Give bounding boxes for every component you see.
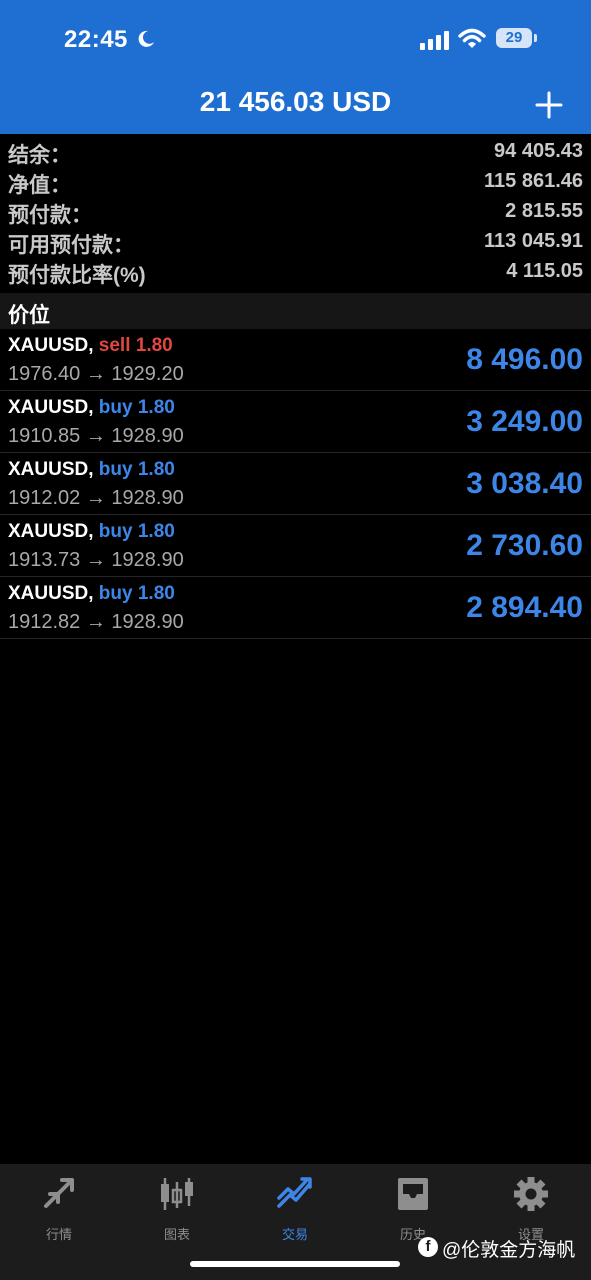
position-row[interactable]: XAUUSD, buy 1.80 1912.82 → 1928.90 2 894… <box>0 577 591 639</box>
position-side: buy 1.80 <box>98 583 175 604</box>
balance-value: 94 405.43 <box>494 140 583 162</box>
add-order-button[interactable] <box>534 90 564 120</box>
tab-history[interactable]: 历史 <box>354 1174 472 1242</box>
position-profit: 3 249.00 <box>466 405 583 438</box>
position-prices: 1976.40 → 1929.20 <box>8 363 184 385</box>
section-title: 价位 <box>8 304 50 327</box>
margin-value: 2 815.55 <box>505 200 583 222</box>
cellular-signal-icon <box>420 31 449 50</box>
candlestick-chart-icon <box>161 1178 193 1210</box>
page-title: 21 456.03 USD <box>199 86 392 117</box>
tab-label: 行情 <box>45 1227 72 1242</box>
positions-section-header: 价位 <box>0 293 591 329</box>
symbol-text: XAUUSD, <box>8 459 94 480</box>
position-profit: 2 730.60 <box>466 529 583 562</box>
position-profit: 8 496.00 <box>466 343 583 376</box>
position-side: buy 1.80 <box>98 397 175 418</box>
home-indicator[interactable] <box>190 1261 400 1267</box>
top-bar: 22:45 29 21 456.03 USD <box>0 0 591 134</box>
watermark: f @伦敦金方海帆 <box>418 1234 588 1261</box>
tab-quotes[interactable]: 行情 <box>0 1174 118 1242</box>
margin-label: 预付款： <box>8 204 92 227</box>
position-side: sell 1.80 <box>98 335 173 356</box>
gear-icon <box>514 1177 548 1211</box>
watermark-text: @伦敦金方海帆 <box>442 1240 576 1261</box>
position-row[interactable]: XAUUSD, buy 1.80 1913.73 → 1928.90 2 730… <box>0 515 591 577</box>
position-prices: 1913.73 → 1928.90 <box>8 549 184 571</box>
trade-trend-icon <box>277 1177 312 1208</box>
position-symbol: XAUUSD, buy 1.80 <box>8 459 175 481</box>
position-profit: 3 038.40 <box>466 467 583 500</box>
quotes-arrows-icon <box>44 1178 74 1208</box>
account-summary: 结余： 94 405.43 净值： 115 861.46 预付款： 2 815.… <box>0 137 591 287</box>
equity-label: 净值： <box>8 174 71 197</box>
positions-list: XAUUSD, sell 1.80 1976.40 → 1929.20 8 49… <box>0 329 591 639</box>
battery-icon: 29 <box>496 28 538 50</box>
position-prices: 1912.02 → 1928.90 <box>8 487 184 509</box>
summary-row-balance: 结余： 94 405.43 <box>0 137 591 167</box>
position-row[interactable]: XAUUSD, buy 1.80 1910.85 → 1928.90 3 249… <box>0 391 591 453</box>
position-row[interactable]: XAUUSD, buy 1.80 1912.02 → 1928.90 3 038… <box>0 453 591 515</box>
position-symbol: XAUUSD, buy 1.80 <box>8 397 175 419</box>
summary-row-equity: 净值： 115 861.46 <box>0 167 591 197</box>
position-profit: 2 894.40 <box>466 591 583 624</box>
moon-icon <box>138 30 154 47</box>
position-prices: 1910.85 → 1928.90 <box>8 425 184 447</box>
free-margin-value: 113 045.91 <box>484 230 583 252</box>
margin-level-value: 4 115.05 <box>506 260 583 282</box>
free-margin-label: 可用预付款： <box>8 234 134 257</box>
symbol-text: XAUUSD, <box>8 397 94 418</box>
summary-row-free-margin: 可用预付款： 113 045.91 <box>0 227 591 257</box>
position-prices: 1912.82 → 1928.90 <box>8 611 184 633</box>
position-side: buy 1.80 <box>98 459 175 480</box>
equity-value: 115 861.46 <box>484 170 583 192</box>
symbol-text: XAUUSD, <box>8 335 94 356</box>
history-inbox-icon <box>398 1178 428 1210</box>
tab-chart[interactable]: 图表 <box>118 1174 236 1242</box>
margin-level-label: 预付款比率(%) <box>8 264 146 287</box>
position-row[interactable]: XAUUSD, sell 1.80 1976.40 → 1929.20 8 49… <box>0 329 591 391</box>
tab-settings[interactable]: 设置 <box>472 1174 590 1242</box>
symbol-text: XAUUSD, <box>8 583 94 604</box>
tab-label: 图表 <box>163 1227 190 1242</box>
tab-trade[interactable]: 交易 <box>236 1174 354 1242</box>
position-symbol: XAUUSD, sell 1.80 <box>8 335 173 357</box>
summary-row-margin-level: 预付款比率(%) 4 115.05 <box>0 257 591 287</box>
wifi-icon <box>458 28 486 48</box>
symbol-text: XAUUSD, <box>8 521 94 542</box>
position-symbol: XAUUSD, buy 1.80 <box>8 583 175 605</box>
position-symbol: XAUUSD, buy 1.80 <box>8 521 175 543</box>
social-logo-icon: f <box>418 1237 438 1257</box>
position-side: buy 1.80 <box>98 521 175 542</box>
status-time: 22:45 <box>64 26 128 53</box>
battery-level: 29 <box>505 29 523 46</box>
balance-label: 结余： <box>8 144 71 167</box>
tab-label: 交易 <box>281 1227 308 1242</box>
summary-row-margin: 预付款： 2 815.55 <box>0 197 591 227</box>
